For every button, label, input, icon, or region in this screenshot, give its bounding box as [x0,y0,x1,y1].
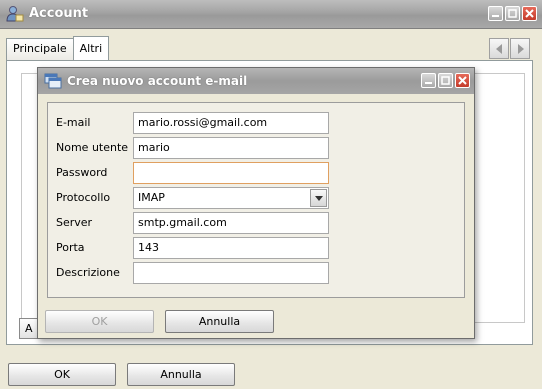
tab-principale[interactable]: Principale [6,38,74,60]
dialog-ok-button[interactable]: OK [45,310,154,333]
email-label: E-mail [56,116,91,129]
ok-button[interactable]: OK [8,363,116,386]
protocol-value: IMAP [138,191,165,204]
port-field[interactable]: 143 [133,237,329,259]
minimize-icon[interactable] [421,73,436,88]
windows-icon [44,73,62,89]
password-label: Password [56,166,108,179]
tab-bar: Principale Altri [6,36,110,60]
port-row: Porta 143 [48,237,466,259]
minimize-icon[interactable] [488,6,503,21]
close-icon[interactable] [455,73,470,88]
window-titlebar[interactable]: Account [0,0,542,29]
account-icon [6,6,24,22]
dialog-cancel-button[interactable]: Annulla [165,310,274,333]
username-row: Nome utente mario [48,137,466,159]
dialog-titlebar[interactable]: Crea nuovo account e-mail [38,68,474,94]
protocol-select[interactable]: IMAP [133,187,329,209]
chevron-right-icon[interactable] [510,38,530,59]
description-label: Descrizione [56,266,120,279]
username-field[interactable]: mario [133,137,329,159]
new-email-account-dialog: Crea nuovo account e-mail E-mail mario.r… [37,67,475,339]
password-field[interactable] [133,162,329,184]
tab-scroll-controls [489,38,530,59]
password-row: Password [48,162,466,184]
email-row: E-mail mario.rossi@gmail.com [48,112,466,134]
server-label: Server [56,216,93,229]
close-icon[interactable] [522,6,537,21]
window-title: Account [29,6,89,21]
maximize-icon[interactable] [505,6,520,21]
description-row: Descrizione [48,262,466,284]
username-label: Nome utente [56,141,129,154]
cancel-button[interactable]: Annulla [127,363,235,386]
protocol-row: Protocollo IMAP [48,187,466,209]
chevron-left-icon[interactable] [489,38,509,59]
protocol-label: Protocollo [56,191,111,204]
dialog-title: Crea nuovo account e-mail [67,74,248,88]
port-label: Porta [56,241,85,254]
server-row: Server smtp.gmail.com [48,212,466,234]
chevron-down-icon[interactable] [310,189,327,207]
server-field[interactable]: smtp.gmail.com [133,212,329,234]
maximize-icon[interactable] [438,73,453,88]
email-field[interactable]: mario.rossi@gmail.com [133,112,329,134]
account-form: E-mail mario.rossi@gmail.com Nome utente… [47,102,465,298]
description-field[interactable] [133,262,329,284]
tab-altri[interactable]: Altri [72,36,110,60]
